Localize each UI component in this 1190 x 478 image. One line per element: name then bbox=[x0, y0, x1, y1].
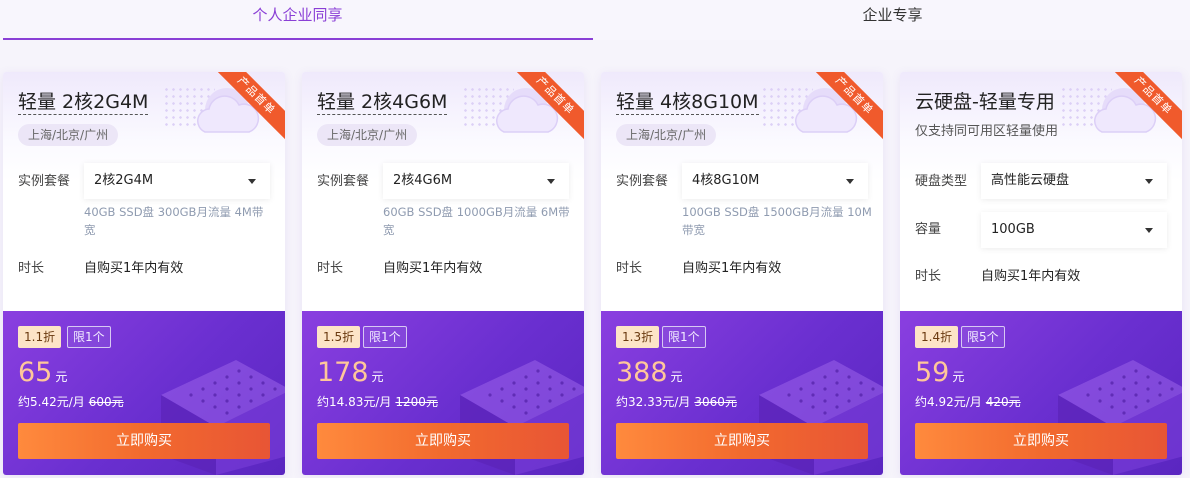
plan-select[interactable]: 2核4G6M bbox=[383, 163, 569, 199]
product-card: 产品首单 轻量 2核4G6M 上海/北京/广州 实例套餐 2核4G6M 60GB… bbox=[302, 72, 584, 475]
original-price: 3060元 bbox=[694, 395, 737, 409]
chevron-down-icon bbox=[1145, 228, 1153, 233]
card-header-area: 产品首单 轻量 4核8G10M 上海/北京/广州 实例套餐 4核8G10M 10… bbox=[601, 72, 883, 311]
plan-select-value: 2核2G4M bbox=[94, 173, 154, 188]
card-title: 轻量 2核2G4M bbox=[18, 91, 149, 115]
monthly-price: 约5.42元/月 600元 bbox=[18, 393, 124, 411]
price-value: 65 bbox=[18, 357, 53, 388]
chevron-down-icon bbox=[846, 179, 854, 184]
monthly-price: 约32.33元/月 3060元 bbox=[616, 393, 737, 411]
discount-badge: 1.1折 bbox=[18, 326, 62, 348]
limit-badge: 限1个 bbox=[363, 326, 407, 348]
price-area: 1.3折 限1个 388 元 约32.33元/月 3060元 立即购买 bbox=[601, 311, 883, 475]
price-value: 59 bbox=[915, 357, 950, 388]
plan-label: 实例套餐 bbox=[616, 174, 669, 189]
tab-enterprise-only[interactable]: 企业专享 bbox=[595, 0, 1190, 40]
price-area: 1.4折 限5个 59 元 约4.92元/月 420元 立即购买 bbox=[900, 311, 1182, 475]
monthly-value: 约5.42元/月 bbox=[18, 395, 85, 409]
card-header-area: 产品首单 云硬盘-轻量专用 仅支持同可用区轻量使用 硬盘类型 高性能云硬盘 容量… bbox=[900, 72, 1182, 311]
capacity-select[interactable]: 100GB bbox=[981, 212, 1167, 248]
plan-select-value: 2核4G6M bbox=[393, 173, 453, 188]
duration-value: 自购买1年内有效 bbox=[383, 261, 483, 276]
card-header-area: 产品首单 轻量 2核2G4M 上海/北京/广州 实例套餐 2核2G4M 40GB… bbox=[3, 72, 285, 311]
plan-select[interactable]: 4核8G10M bbox=[682, 163, 868, 199]
buy-now-button[interactable]: 立即购买 bbox=[18, 423, 270, 459]
region-tag: 上海/北京/广州 bbox=[18, 124, 119, 146]
price-unit: 元 bbox=[670, 370, 683, 384]
price: 65 元 bbox=[18, 357, 67, 393]
card-header-area: 产品首单 轻量 2核4G6M 上海/北京/广州 实例套餐 2核4G6M 60GB… bbox=[302, 72, 584, 311]
duration-value: 自购买1年内有效 bbox=[981, 269, 1081, 284]
buy-now-button[interactable]: 立即购买 bbox=[616, 423, 868, 459]
chevron-down-icon bbox=[547, 179, 555, 184]
disk-type-label: 硬盘类型 bbox=[915, 174, 968, 189]
product-card: 产品首单 轻量 4核8G10M 上海/北京/广州 实例套餐 4核8G10M 10… bbox=[601, 72, 883, 475]
discount-badge: 1.5折 bbox=[317, 326, 361, 348]
plan-description: 100GB SSD盘 1500GB月流量 10M带宽 bbox=[682, 205, 872, 237]
tab-bar: 个人企业同享 企业专享 bbox=[0, 0, 1190, 40]
product-card: 产品首单 云硬盘-轻量专用 仅支持同可用区轻量使用 硬盘类型 高性能云硬盘 容量… bbox=[900, 72, 1182, 475]
monthly-price: 约14.83元/月 1200元 bbox=[317, 393, 438, 411]
original-price: 420元 bbox=[985, 395, 1021, 409]
price-value: 388 bbox=[616, 357, 668, 388]
price-area: 1.1折 限1个 65 元 约5.42元/月 600元 立即购买 bbox=[3, 311, 285, 475]
duration-label: 时长 bbox=[317, 261, 344, 276]
duration-value: 自购买1年内有效 bbox=[84, 261, 184, 276]
price-value: 178 bbox=[317, 357, 369, 388]
product-card: 产品首单 轻量 2核2G4M 上海/北京/广州 实例套餐 2核2G4M 40GB… bbox=[3, 72, 285, 475]
original-price: 600元 bbox=[88, 395, 124, 409]
duration-value: 自购买1年内有效 bbox=[682, 261, 782, 276]
plan-description: 40GB SSD盘 300GB月流量 4M带宽 bbox=[84, 205, 264, 237]
tab-personal-enterprise[interactable]: 个人企业同享 bbox=[0, 0, 595, 40]
monthly-price: 约4.92元/月 420元 bbox=[915, 393, 1021, 411]
plan-label: 实例套餐 bbox=[317, 174, 370, 189]
plan-select-value: 4核8G10M bbox=[692, 173, 760, 188]
buy-now-button[interactable]: 立即购买 bbox=[317, 423, 569, 459]
region-tag: 上海/北京/广州 bbox=[317, 124, 418, 146]
duration-label: 时长 bbox=[616, 261, 643, 276]
original-price: 1200元 bbox=[395, 395, 438, 409]
price-area: 1.5折 限1个 178 元 约14.83元/月 1200元 立即购买 bbox=[302, 311, 584, 475]
price-unit: 元 bbox=[55, 370, 68, 384]
chevron-down-icon bbox=[1145, 179, 1153, 184]
discount-badge: 1.3折 bbox=[616, 326, 660, 348]
limit-badge: 限1个 bbox=[662, 326, 706, 348]
limit-badge: 限1个 bbox=[67, 326, 111, 348]
duration-label: 时长 bbox=[915, 269, 942, 284]
plan-label: 实例套餐 bbox=[18, 174, 71, 189]
monthly-value: 约14.83元/月 bbox=[317, 395, 392, 409]
monthly-value: 约32.33元/月 bbox=[616, 395, 691, 409]
region-tag: 上海/北京/广州 bbox=[616, 124, 717, 146]
price-unit: 元 bbox=[952, 370, 965, 384]
card-title: 轻量 2核4G6M bbox=[317, 91, 448, 115]
capacity-label: 容量 bbox=[915, 222, 942, 237]
card-subtitle: 仅支持同可用区轻量使用 bbox=[915, 124, 1059, 139]
duration-label: 时长 bbox=[18, 261, 45, 276]
price: 59 元 bbox=[915, 357, 964, 393]
plan-select[interactable]: 2核2G4M bbox=[84, 163, 270, 199]
card-title: 云硬盘-轻量专用 bbox=[915, 91, 1055, 113]
capacity-select-value: 100GB bbox=[991, 222, 1035, 237]
price: 178 元 bbox=[317, 357, 384, 393]
discount-badge: 1.4折 bbox=[915, 326, 959, 348]
price: 388 元 bbox=[616, 357, 683, 393]
chevron-down-icon bbox=[248, 179, 256, 184]
monthly-value: 约4.92元/月 bbox=[915, 395, 982, 409]
disk-type-select-value: 高性能云硬盘 bbox=[991, 173, 1070, 188]
buy-now-button[interactable]: 立即购买 bbox=[915, 423, 1167, 459]
plan-description: 60GB SSD盘 1000GB月流量 6M带宽 bbox=[383, 205, 570, 237]
limit-badge: 限5个 bbox=[961, 326, 1005, 348]
card-title: 轻量 4核8G10M bbox=[616, 91, 759, 115]
disk-type-select[interactable]: 高性能云硬盘 bbox=[981, 163, 1167, 199]
price-unit: 元 bbox=[371, 370, 384, 384]
